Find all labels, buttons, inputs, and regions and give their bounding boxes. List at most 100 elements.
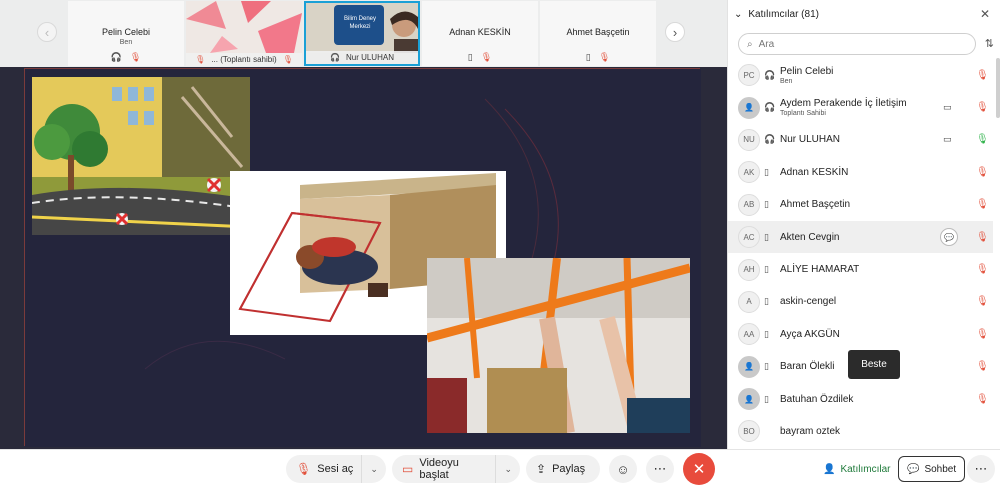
- participants-label: Katılımcılar: [840, 463, 891, 475]
- participants-button[interactable]: 👤 Katılımcılar: [815, 456, 898, 482]
- participant-name: Nur ULUHAN: [780, 134, 841, 146]
- chat-button[interactable]: 💬 Sohbet: [898, 456, 966, 482]
- participant-name: Akten Cevgin: [780, 231, 840, 243]
- slide-image-bus: [427, 258, 690, 433]
- video-tile[interactable]: Pelin Celebi Ben 🎧 🎙: [68, 1, 184, 66]
- mic-muted-icon: 🎙: [129, 52, 142, 62]
- phone-icon: ▯: [764, 328, 769, 339]
- leave-meeting-button[interactable]: ✕: [683, 453, 715, 485]
- video-off-icon: ▭: [402, 462, 414, 476]
- video-tile-active[interactable]: Bilim Deney Merkezi 🎧 Nur ULUHAN: [304, 1, 420, 66]
- share-button[interactable]: ⇪ Paylaş: [526, 455, 600, 483]
- headset-icon: 🎧: [110, 52, 122, 62]
- participant-name: bayram oztek: [780, 425, 841, 437]
- mic-muted-icon[interactable]: 🎙: [976, 264, 989, 275]
- participant-row-selected[interactable]: AC ▯ Akten Cevgin 💬 🎙: [728, 220, 993, 254]
- headset-icon: 🎧: [764, 102, 776, 113]
- unmute-button[interactable]: 🎙 Sesi aç ⌄: [286, 455, 386, 483]
- avatar: 👤: [738, 96, 760, 119]
- chat-label: Sohbet: [924, 463, 957, 475]
- mic-muted-icon[interactable]: 🎙: [976, 199, 989, 210]
- participant-name: Batuhan Özdilek: [780, 393, 854, 405]
- avatar: 👤: [738, 388, 760, 411]
- unmute-label: Sesi aç: [317, 463, 354, 475]
- participants-panel: ⌄ Katılımcılar (81) ✕ ⌕ Ara ⇅ PC 🎧 Pelin…: [727, 0, 1000, 449]
- phone-icon: ▯: [467, 52, 473, 62]
- participant-row[interactable]: PC 🎧 Pelin Celebi Ben 🎙: [728, 59, 993, 91]
- reactions-button[interactable]: ☺: [609, 455, 637, 483]
- start-video-button[interactable]: ▭ Videoyu başlat ⌄: [392, 455, 520, 483]
- mic-muted-icon[interactable]: 🎙: [976, 102, 989, 113]
- participant-row[interactable]: BO bayram oztek: [728, 415, 993, 447]
- mic-muted-icon[interactable]: 🎙: [976, 232, 989, 243]
- mic-active-icon[interactable]: 🎙: [976, 134, 989, 145]
- avatar: PC: [738, 64, 760, 87]
- meeting-window: ‹ Pelin Celebi Ben 🎧 🎙 🎙 ... (Toplantı sah…: [0, 0, 1000, 485]
- phone-icon: ▯: [764, 296, 769, 307]
- video-tile[interactable]: Adnan KESKİN ▯ 🎙: [422, 1, 538, 66]
- banner-text: Bilim Deney Merkezi: [343, 16, 376, 30]
- mic-muted-icon: 🎙: [282, 55, 293, 64]
- participants-icon: 👤: [823, 463, 836, 475]
- video-tile[interactable]: 🎙 ... (Toplantı sahibi) 🎙: [186, 1, 302, 66]
- participant-role: Ben: [780, 77, 793, 85]
- strip-prev-button[interactable]: ‹: [37, 22, 57, 42]
- avatar: AC: [738, 226, 760, 249]
- panel-close-button[interactable]: ✕: [980, 7, 990, 21]
- host-thumbnail: [186, 1, 302, 53]
- mic-muted-icon[interactable]: 🎙: [976, 361, 989, 372]
- chat-icon: 💬: [907, 463, 920, 475]
- chat-icon[interactable]: 💬: [940, 228, 958, 247]
- chevron-left-icon: ‹: [44, 24, 50, 40]
- tile-name: Nur ULUHAN: [345, 53, 394, 62]
- camera-icon: ▭: [943, 102, 952, 113]
- participant-row[interactable]: NU 🎧 Nur ULUHAN ▭ 🎙: [728, 124, 993, 156]
- search-input[interactable]: ⌕ Ara: [738, 33, 976, 55]
- sort-button[interactable]: ⇅: [985, 37, 994, 50]
- headset-icon: 🎧: [764, 69, 776, 80]
- user-icon: 👤: [744, 394, 754, 404]
- participant-row[interactable]: AA ▯ Ayça AKGÜN 🎙: [728, 318, 993, 350]
- mic-muted-icon[interactable]: 🎙: [976, 70, 989, 81]
- participant-row[interactable]: AK ▯ Adnan KESKİN 🎙: [728, 156, 993, 188]
- avatar: A: [738, 290, 760, 313]
- mic-muted-icon[interactable]: 🎙: [976, 394, 989, 405]
- phone-icon: ▯: [764, 361, 769, 372]
- participant-row[interactable]: AH ▯ ALİYE HAMARAT 🎙: [728, 253, 993, 285]
- video-tile[interactable]: Ahmet Başçetin ▯ 🎙: [540, 1, 656, 66]
- close-icon: ✕: [692, 461, 706, 478]
- chevron-down-icon[interactable]: ⌄: [495, 455, 520, 483]
- mic-muted-icon[interactable]: 🎙: [976, 329, 989, 340]
- more-icon: ⋯: [653, 461, 667, 476]
- shared-slide: [24, 68, 701, 447]
- more-icon: ⋯: [974, 461, 988, 476]
- participant-name: askin-cengel: [780, 296, 837, 308]
- avatar: AK: [738, 161, 760, 184]
- panel-more-button[interactable]: ⋯: [967, 455, 995, 483]
- participant-row[interactable]: A ▯ askin-cengel 🎙: [728, 286, 993, 318]
- more-options-button[interactable]: ⋯: [646, 455, 674, 483]
- participant-row[interactable]: 👤 ▯ Batuhan Özdilek 🎙: [728, 383, 993, 415]
- bus-handrail-photo: [427, 258, 690, 433]
- phone-icon: ▯: [764, 231, 769, 242]
- headset-icon: 🎧: [764, 134, 776, 145]
- shared-screen: [0, 67, 727, 449]
- chevron-down-icon: ⌄: [734, 9, 743, 20]
- participant-row[interactable]: 👤 🎧 Aydem Perakende İç İletişim Toplantı …: [728, 91, 993, 123]
- avatar: 👤: [738, 355, 760, 378]
- mic-muted-icon[interactable]: 🎙: [976, 296, 989, 307]
- panel-header[interactable]: ⌄ Katılımcılar (81): [734, 9, 819, 20]
- strip-next-button[interactable]: ›: [665, 22, 685, 42]
- mic-muted-icon[interactable]: 🎙: [976, 167, 989, 178]
- phone-icon: ▯: [764, 393, 769, 404]
- mic-muted-icon: 🎙: [480, 52, 493, 62]
- street-illustration: [32, 77, 250, 235]
- user-icon: 👤: [744, 362, 754, 372]
- chevron-right-icon: ›: [672, 24, 678, 40]
- participant-name: Aydem Perakende İç İletişim: [780, 98, 907, 110]
- participant-name: Ahmet Başçetin: [780, 199, 851, 211]
- panel-scrollbar[interactable]: [996, 58, 1000, 118]
- participant-row[interactable]: AB ▯ Ahmet Başçetin 🎙: [728, 189, 993, 221]
- headset-icon: 🎧: [330, 53, 340, 62]
- chevron-down-icon[interactable]: ⌄: [361, 455, 386, 483]
